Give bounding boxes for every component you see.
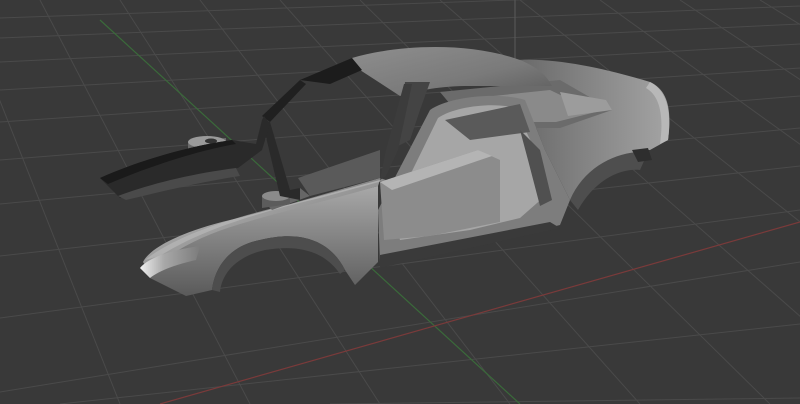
- viewport-canvas[interactable]: [0, 0, 800, 404]
- 3d-viewport[interactable]: [0, 0, 800, 404]
